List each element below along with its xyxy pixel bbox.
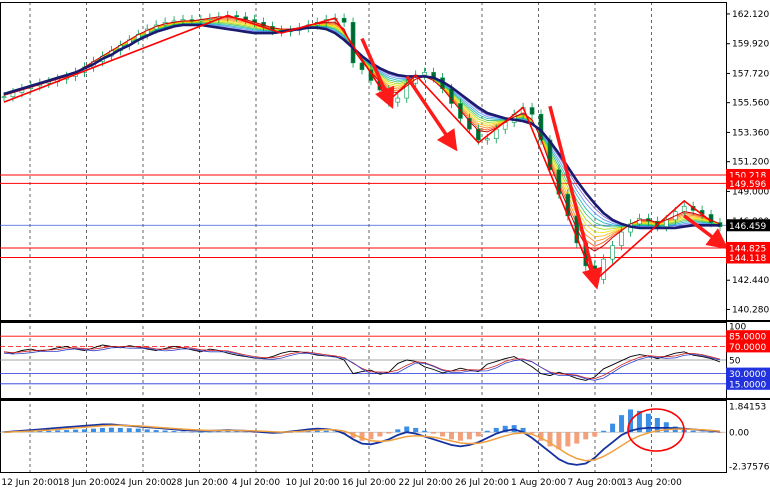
candle-body bbox=[637, 218, 642, 225]
macd-histogram-bar bbox=[243, 431, 249, 433]
macd-histogram-bar bbox=[180, 431, 186, 433]
time-tick-label: 24 Jun 20:00 bbox=[114, 478, 171, 488]
macd-histogram-bar bbox=[189, 431, 195, 433]
current-price-label: 146.459 bbox=[729, 222, 766, 232]
time-tick-label: 28 Jun 20:00 bbox=[171, 478, 228, 488]
macd-histogram-bar bbox=[144, 429, 150, 433]
macd-histogram-bar bbox=[565, 432, 571, 447]
time-tick-label: 13 Aug 20:00 bbox=[621, 478, 682, 488]
candle-body bbox=[234, 15, 239, 18]
macd-histogram-bar bbox=[46, 430, 52, 433]
macd-histogram-bar bbox=[583, 432, 589, 440]
candle-body bbox=[484, 138, 490, 141]
macd-histogram-bar bbox=[73, 429, 79, 433]
price-tick-label: 142.440 bbox=[732, 276, 769, 286]
macd-histogram-bar bbox=[395, 429, 401, 433]
candle-body bbox=[663, 219, 669, 227]
macd-histogram-bar bbox=[413, 427, 419, 433]
macd-histogram-bar bbox=[431, 432, 437, 434]
macd-histogram-bar bbox=[440, 432, 446, 437]
candle-body bbox=[395, 97, 401, 103]
time-tick-label: 22 Jul 20:00 bbox=[399, 478, 453, 488]
macd-histogram-bar bbox=[708, 432, 714, 433]
candle-body bbox=[619, 231, 624, 246]
macd-histogram-bar bbox=[368, 432, 374, 440]
macd-histogram-bar bbox=[592, 432, 598, 437]
macd-histogram-bar bbox=[117, 427, 123, 433]
macd-tick-label: 0.00 bbox=[729, 429, 749, 439]
macd-histogram-bar bbox=[91, 428, 96, 433]
candle-body bbox=[341, 17, 347, 23]
support-label: 144.118 bbox=[729, 254, 766, 264]
macd-histogram-bar bbox=[475, 432, 481, 437]
macd-histogram-bar bbox=[717, 432, 723, 433]
time-tick-label: 10 Jul 20:00 bbox=[286, 478, 340, 488]
rsi-tick-label: 50 bbox=[729, 357, 741, 367]
candle-body bbox=[422, 72, 427, 76]
price-tick-label: 159.920 bbox=[732, 40, 769, 50]
macd-histogram-bar bbox=[422, 430, 428, 433]
macd-histogram-bar bbox=[135, 428, 141, 433]
time-tick-label: 18 Jun 20:00 bbox=[58, 478, 115, 488]
macd-histogram-bar bbox=[574, 432, 580, 444]
macd-histogram-bar bbox=[234, 431, 240, 433]
macd-histogram-bar bbox=[690, 430, 696, 433]
macd-histogram-bar bbox=[619, 415, 625, 433]
chart-canvas: 10085.000070.00005030.000015.0000 1.8415… bbox=[0, 0, 770, 490]
macd-tick-label: -2.37576 bbox=[729, 463, 770, 473]
candle-body bbox=[610, 245, 615, 260]
time-tick-label: 1 Aug 20:00 bbox=[511, 478, 566, 488]
candle-body bbox=[529, 107, 535, 115]
time-axis: 12 Jun 20:00 18 Jun 20:00 24 Jun 20:00 28 J… bbox=[1, 478, 682, 488]
time-tick-label: 7 Aug 20:00 bbox=[568, 478, 623, 488]
macd-histogram-bar bbox=[699, 431, 705, 433]
macd-histogram-bar bbox=[162, 430, 168, 433]
time-tick-label: 12 Jun 20:00 bbox=[1, 478, 58, 488]
macd-histogram-bar bbox=[64, 430, 70, 433]
macd-histogram-bar bbox=[126, 428, 132, 433]
macd-histogram-bar bbox=[82, 429, 88, 433]
price-tick-label: 157.720 bbox=[732, 69, 769, 79]
candle-body bbox=[708, 214, 714, 223]
macd-histogram-bar bbox=[323, 430, 329, 433]
candle-body bbox=[681, 206, 687, 213]
resistance-label: 149.596 bbox=[729, 180, 766, 190]
macd-histogram-bar bbox=[99, 427, 105, 433]
time-tick-label: 4 Jul 20:00 bbox=[232, 478, 281, 488]
macd-histogram-bar bbox=[466, 432, 472, 440]
price-tick-label: 162.120 bbox=[732, 10, 769, 20]
macd-histogram-bar bbox=[108, 427, 114, 433]
macd-histogram-bar bbox=[55, 430, 61, 433]
macd-histogram-bar bbox=[386, 432, 392, 434]
price-tick-label: 155.560 bbox=[732, 99, 769, 109]
macd-tick-label: 1.84153 bbox=[729, 403, 766, 413]
macd-histogram-bar bbox=[449, 432, 454, 440]
macd-histogram-bar bbox=[484, 430, 490, 433]
price-tick-label: 151.200 bbox=[732, 158, 769, 168]
macd-histogram-bar bbox=[457, 432, 463, 441]
macd-histogram-bar bbox=[493, 427, 499, 433]
macd-histogram-bar bbox=[610, 423, 616, 433]
macd-histogram-bar bbox=[377, 432, 383, 437]
macd-histogram-bar bbox=[153, 430, 159, 433]
time-tick-label: 16 Jul 20:00 bbox=[342, 478, 396, 488]
price-tick-label: 140.280 bbox=[732, 305, 769, 315]
macd-histogram-bar bbox=[601, 430, 607, 433]
macd-histogram-bar bbox=[645, 413, 651, 433]
candle-body bbox=[601, 258, 606, 280]
price-tick-label: 153.360 bbox=[732, 128, 769, 138]
time-tick-label: 26 Jul 20:00 bbox=[455, 478, 509, 488]
candle-body bbox=[1, 96, 7, 99]
rsi-tick-label: 70.0000 bbox=[729, 343, 766, 353]
macd-histogram-bar bbox=[216, 431, 222, 433]
rsi-tick-label: 15.0000 bbox=[729, 380, 766, 390]
macd-histogram-bar bbox=[198, 432, 204, 433]
macd-histogram-bar bbox=[171, 431, 177, 433]
macd-histogram-bar bbox=[207, 431, 213, 433]
